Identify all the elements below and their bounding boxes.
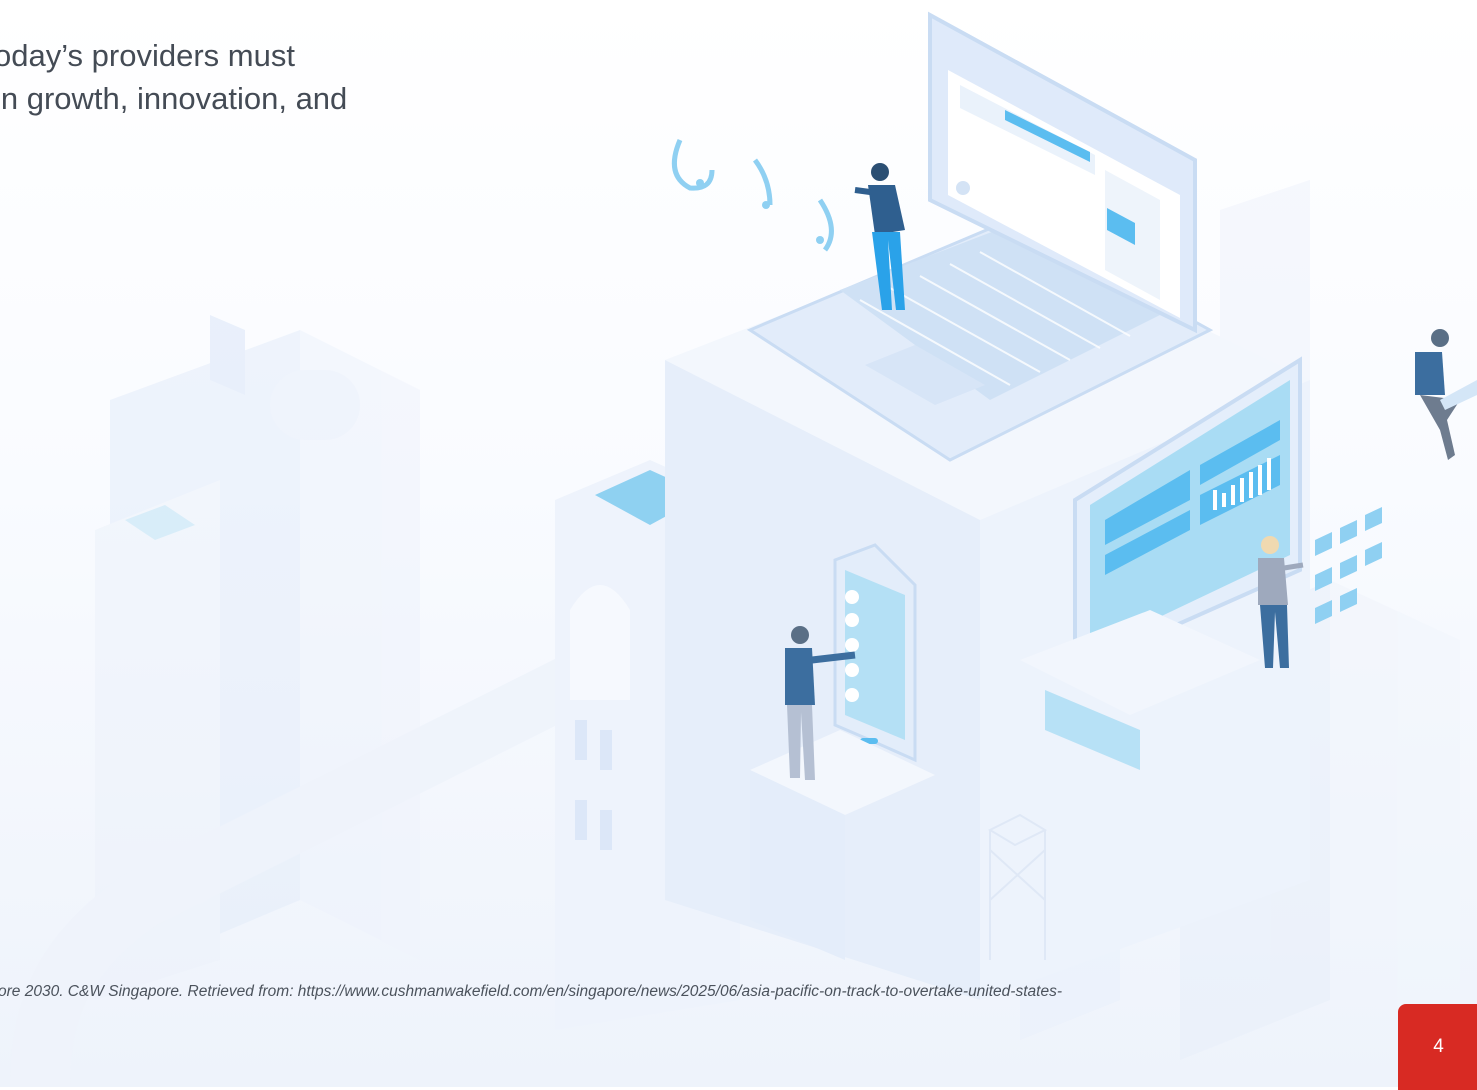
page-number-badge: 4 <box>1398 1004 1477 1090</box>
page-number: 4 <box>1433 1036 1444 1057</box>
person-figure <box>1415 329 1477 460</box>
intro-text: oday’s providers must in growth, innovat… <box>0 34 464 120</box>
source-footnote: ore 2030. C&W Singapore. Retrieved from:… <box>0 983 1062 1000</box>
wifi-signal-icon <box>671 139 834 252</box>
isometric-city-illustration <box>10 11 1477 1087</box>
intro-line: oday’s providers must <box>0 38 295 73</box>
intro-line: in growth, innovation, and <box>0 81 348 116</box>
